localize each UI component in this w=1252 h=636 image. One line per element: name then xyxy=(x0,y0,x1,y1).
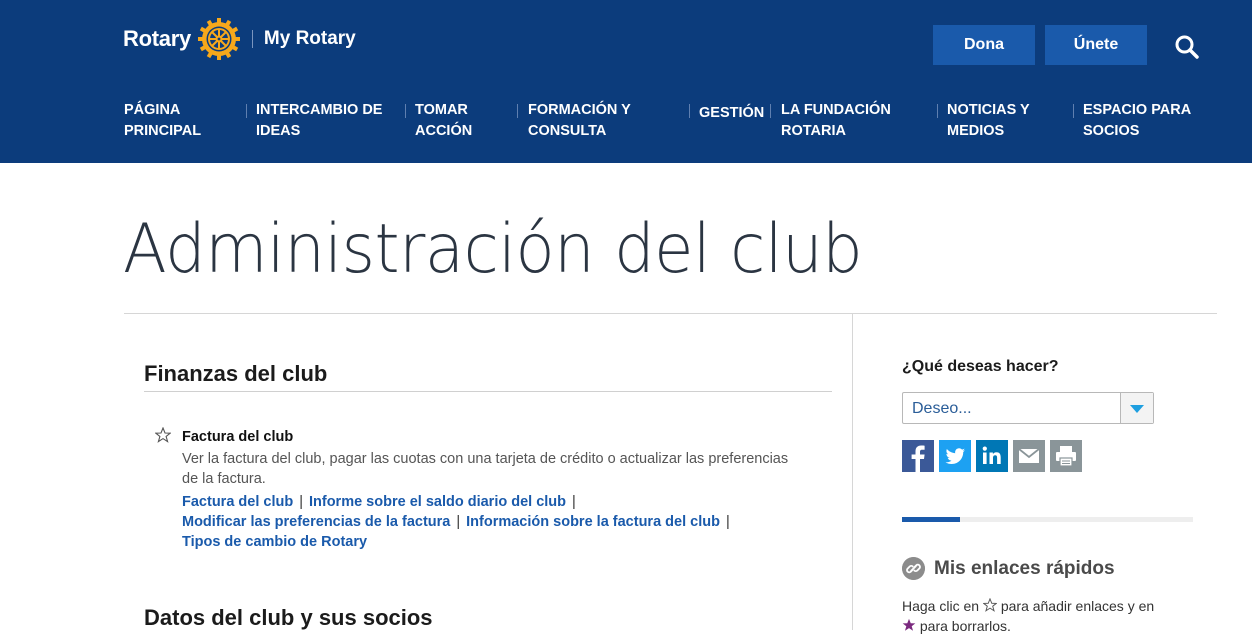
nav-manage-label: GESTIÓN xyxy=(699,105,765,121)
site-header: Rotary My Rotary Dona Únete PÁGINA PRINC… xyxy=(0,0,1252,163)
nav-home[interactable]: PÁGINA PRINCIPAL xyxy=(124,100,201,142)
quick-links-help-c: para borrarlos. xyxy=(919,618,1011,634)
search-icon[interactable] xyxy=(1174,34,1200,60)
quick-links-help-b: para añadir enlaces y en xyxy=(1000,598,1155,614)
progress-fill xyxy=(902,517,961,522)
link-icon xyxy=(902,557,925,580)
nav-learning[interactable]: FORMACIÓN Y CONSULTA xyxy=(528,100,631,142)
section-title-club-data: Datos del club y sus socios xyxy=(144,605,433,630)
facebook-icon[interactable] xyxy=(902,440,934,472)
link-separator: | xyxy=(299,494,303,510)
nav-divider xyxy=(689,104,690,118)
scroll-progress-bar xyxy=(902,517,1193,522)
rotary-logo[interactable]: Rotary My Rotary xyxy=(123,16,356,62)
linkedin-icon[interactable] xyxy=(976,440,1008,472)
link-separator: | xyxy=(456,514,461,530)
nav-foundation-label-2: ROTARIA xyxy=(781,123,846,139)
link-exchange-rates[interactable]: Tipos de cambio de Rotary xyxy=(182,534,367,550)
chevron-down-icon[interactable] xyxy=(1120,393,1153,423)
twitter-icon[interactable] xyxy=(939,440,971,472)
star-outline-icon[interactable] xyxy=(155,427,171,443)
site-name: My Rotary xyxy=(263,28,356,49)
nav-take-action-label-1: TOMAR xyxy=(415,102,468,118)
nav-foundation-label-1: LA FUNDACIÓN xyxy=(781,102,891,118)
nav-divider xyxy=(1073,104,1074,118)
aside-question: ¿Qué deseas hacer? xyxy=(902,358,1059,375)
link-club-invoice[interactable]: Factura del club xyxy=(182,494,293,510)
title-divider xyxy=(124,313,1217,314)
email-icon[interactable] xyxy=(1013,440,1045,472)
link-separator: | xyxy=(725,514,730,530)
star-outline-icon xyxy=(982,598,997,612)
join-button[interactable]: Únete xyxy=(1045,25,1147,65)
column-divider xyxy=(852,313,853,630)
nav-news-label-2: MEDIOS xyxy=(947,123,1005,139)
link-separator: | xyxy=(572,494,576,510)
nav-divider xyxy=(937,104,938,118)
nav-exchange-ideas-label-1: INTERCAMBIO DE xyxy=(256,102,383,118)
nav-news[interactable]: NOTICIAS Y MEDIOS xyxy=(947,100,1030,142)
item-title: Factura del club xyxy=(182,429,294,445)
nav-manage[interactable]: GESTIÓN xyxy=(699,103,764,124)
link-invoice-preferences[interactable]: Modificar las preferencias de la factura xyxy=(182,514,450,530)
nav-member-center[interactable]: ESPACIO PARA SOCIOS xyxy=(1083,100,1191,142)
nav-learning-label-1: FORMACIÓN Y xyxy=(528,102,631,118)
nav-learning-label-2: CONSULTA xyxy=(528,123,607,139)
select-value: Deseo... xyxy=(912,400,972,417)
nav-member-center-label-2: SOCIOS xyxy=(1083,123,1140,139)
nav-take-action-label-2: ACCIÓN xyxy=(415,123,473,139)
link-invoice-information[interactable]: Información sobre la factura del club xyxy=(466,514,720,530)
nav-member-center-label-1: ESPACIO PARA xyxy=(1083,102,1192,118)
nav-take-action[interactable]: TOMAR ACCIÓN xyxy=(415,100,472,142)
rotary-wheel-icon xyxy=(197,18,240,60)
link-daily-balance-report[interactable]: Informe sobre el saldo diario del club xyxy=(309,494,566,510)
page-title: Administración del club xyxy=(123,210,863,289)
nav-home-label-1: PÁGINA xyxy=(124,102,181,118)
section-divider xyxy=(144,391,832,392)
nav-divider xyxy=(770,104,771,118)
nav-home-label-2: PRINCIPAL xyxy=(124,123,202,139)
logo-divider xyxy=(251,30,253,48)
item-description: Ver la factura del club, pagar las cuota… xyxy=(182,451,789,487)
nav-divider xyxy=(517,104,518,118)
donate-button[interactable]: Dona xyxy=(933,25,1035,65)
section-title-club-finances: Finanzas del club xyxy=(144,361,328,386)
print-icon[interactable] xyxy=(1050,440,1082,472)
nav-foundation[interactable]: LA FUNDACIÓN ROTARIA xyxy=(781,100,891,142)
quick-links-help: Haga clic en para añadir enlaces y en pa… xyxy=(902,596,1192,636)
nav-divider xyxy=(246,104,247,118)
nav-divider xyxy=(405,104,406,118)
nav-news-label-1: NOTICIAS Y xyxy=(947,102,1030,118)
nav-exchange-ideas[interactable]: INTERCAMBIO DE IDEAS xyxy=(256,100,382,142)
item-links: Factura del club | Informe sobre el saldo … xyxy=(182,492,802,552)
brand-name: Rotary xyxy=(123,26,191,51)
action-select[interactable]: Deseo... xyxy=(902,392,1154,424)
nav-exchange-ideas-label-2: IDEAS xyxy=(256,123,301,139)
quick-links-help-a: Haga clic en xyxy=(902,598,980,614)
quick-links-title: Mis enlaces rápidos xyxy=(934,558,1115,579)
